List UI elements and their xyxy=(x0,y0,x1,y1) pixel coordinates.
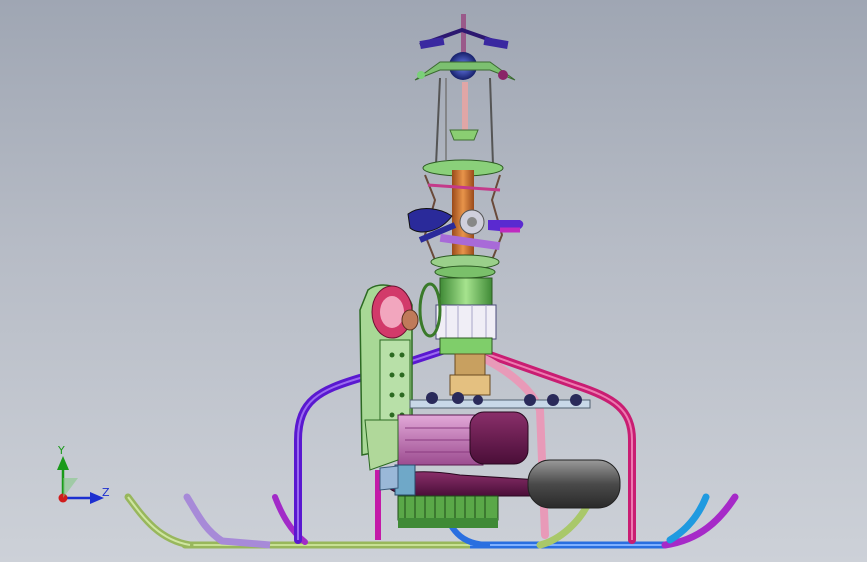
y-axis-arrow-icon xyxy=(57,456,69,470)
view-orientation-triad[interactable]: Y Z xyxy=(0,0,867,562)
triad-group xyxy=(57,456,104,504)
z-axis-label: Z xyxy=(102,486,110,499)
cad-viewport[interactable]: Y Z xyxy=(0,0,867,562)
y-axis-label: Y xyxy=(57,444,65,457)
